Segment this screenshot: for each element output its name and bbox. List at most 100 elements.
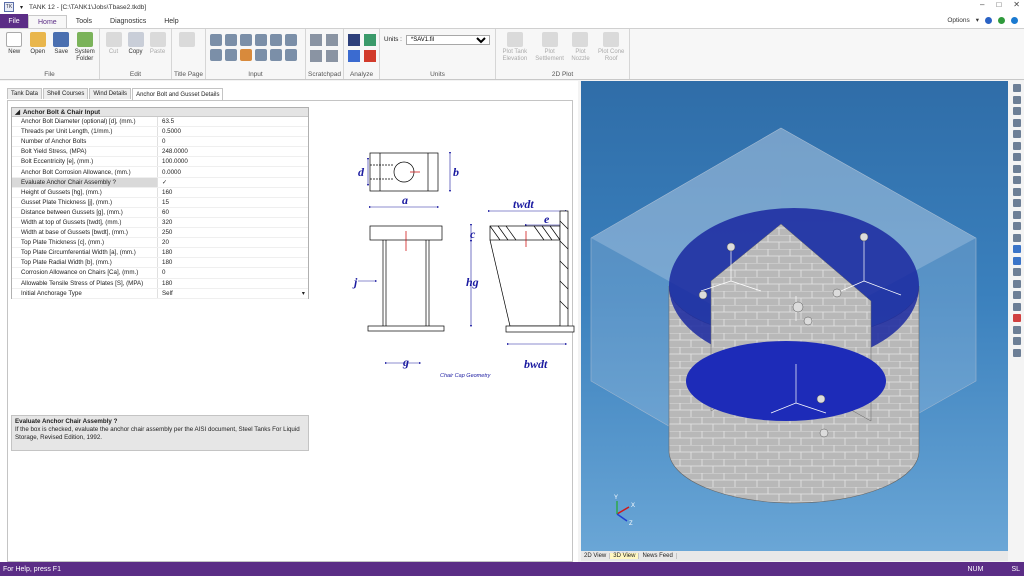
rotate-icon[interactable] (1013, 245, 1021, 253)
property-value[interactable]: 15 (158, 198, 308, 207)
table-row[interactable]: Top Plate Radial Width [b], (mm.) 180 (12, 258, 308, 269)
maximize-icon[interactable]: □ (996, 0, 1001, 9)
input-seismic-icon[interactable] (240, 49, 252, 61)
input-anchor-icon[interactable] (210, 49, 222, 61)
units-select[interactable]: *SAV1.fil (405, 35, 490, 45)
tab-2d-view[interactable]: 2D View (581, 553, 611, 559)
property-value[interactable]: 248.0000 (158, 147, 308, 156)
quick-access-icon[interactable]: ▾ (20, 4, 23, 11)
notes-icon[interactable] (326, 34, 338, 46)
tab-tank-data[interactable]: Tank Data (7, 88, 43, 99)
settings-icon[interactable] (1013, 337, 1021, 345)
input-tank-icon[interactable] (210, 34, 222, 46)
about-icon[interactable] (998, 16, 1005, 24)
property-value[interactable]: 60 (158, 208, 308, 217)
tab-tools[interactable]: Tools (67, 15, 101, 28)
orbit-icon[interactable] (1013, 268, 1021, 276)
section-icon[interactable] (1013, 302, 1021, 311)
property-value[interactable]: 0.0000 (158, 167, 308, 176)
input-roof-icon[interactable] (255, 34, 267, 46)
property-value[interactable]: 180 (158, 248, 308, 257)
property-value[interactable]: 0.5000 (158, 127, 308, 136)
property-value[interactable]: 180 (158, 279, 308, 288)
3d-viewport[interactable]: X Y Z (581, 81, 1008, 551)
hidden-line-icon[interactable] (1013, 187, 1021, 196)
list-icon[interactable] (310, 50, 322, 62)
table-row[interactable]: Top Plate Circumferential Width [a], (mm… (12, 248, 308, 259)
minimize-icon[interactable]: – (980, 0, 984, 9)
pan-icon[interactable] (1013, 256, 1021, 265)
wireframe-icon[interactable] (1013, 164, 1021, 173)
help-icon[interactable] (985, 16, 992, 24)
tab-wind-details[interactable]: Wind Details (89, 88, 132, 99)
table-row[interactable]: Corrosion Allowance on Chairs [Ca], (mm.… (12, 268, 308, 279)
property-value[interactable]: 180 (158, 258, 308, 267)
tab-help[interactable]: Help (155, 15, 187, 28)
print-icon[interactable] (1013, 314, 1021, 322)
select-icon[interactable] (1013, 279, 1021, 288)
view-iso-icon[interactable] (1013, 84, 1021, 92)
view-top-icon[interactable] (1013, 141, 1021, 150)
view-back-icon[interactable] (1013, 107, 1021, 115)
tab-shell-courses[interactable]: Shell Courses (43, 88, 89, 99)
refresh-icon[interactable] (364, 34, 376, 46)
table-icon[interactable] (326, 50, 338, 62)
property-value[interactable]: 20 (158, 238, 308, 247)
property-value[interactable]: 0 (158, 137, 308, 146)
view-front-icon[interactable] (1013, 95, 1021, 104)
property-grid-header[interactable]: ◢ Anchor Bolt & Chair Input (12, 108, 308, 117)
calculator-icon[interactable] (310, 34, 322, 46)
table-row[interactable]: Threads per Unit Length, (1/mm.) 0.5000 (12, 127, 308, 138)
zoom-extents-icon[interactable] (1013, 199, 1021, 207)
collapse-icon[interactable]: ◢ (15, 109, 20, 116)
input-nozzle-icon[interactable] (240, 34, 252, 46)
input-shell-icon[interactable] (225, 34, 237, 46)
view-right-icon[interactable] (1013, 130, 1021, 138)
legend-icon[interactable] (1013, 348, 1021, 357)
zoom-in-icon[interactable] (1013, 222, 1021, 230)
table-row[interactable]: Bolt Yield Stress, (MPA) 248.0000 (12, 147, 308, 158)
table-row[interactable]: Height of Gussets [hg], (mm.) 160 (12, 187, 308, 198)
table-row[interactable]: Initial Anchorage Type Self ▾ (12, 288, 308, 299)
input-misc-icon[interactable] (285, 49, 297, 61)
property-value[interactable]: 0 (158, 268, 308, 277)
pdf-report-icon[interactable] (364, 50, 376, 62)
property-value[interactable]: 63.5 (158, 117, 308, 126)
table-row[interactable]: Distance between Gussets [g], (mm.) 60 (12, 207, 308, 218)
snapshot-icon[interactable] (1013, 325, 1021, 334)
table-row[interactable]: Gusset Plate Thickness [j], (mm.) 15 (12, 197, 308, 208)
input-pipe-icon[interactable] (270, 34, 282, 46)
property-value[interactable]: ✓ (158, 178, 308, 187)
zoom-window-icon[interactable] (1013, 210, 1021, 219)
property-value[interactable]: 100.0000 (158, 157, 308, 166)
tab-home[interactable]: Home (28, 15, 67, 28)
property-value[interactable]: Self ▾ (158, 289, 308, 298)
input-settlement-icon[interactable] (225, 49, 237, 61)
table-row[interactable]: Width at top of Gussets [twdt], (mm.) 320 (12, 217, 308, 229)
property-value[interactable]: 160 (158, 188, 308, 197)
property-value[interactable]: 320 (158, 218, 308, 227)
tab-3d-view[interactable]: 3D View (610, 553, 640, 559)
zoom-out-icon[interactable] (1013, 233, 1021, 242)
error-check-icon[interactable] (348, 50, 360, 62)
input-wind-icon[interactable] (285, 34, 297, 46)
table-row[interactable]: Number of Anchor Bolts 0 (12, 137, 308, 148)
close-icon[interactable]: ✕ (1013, 0, 1020, 9)
view-bottom-icon[interactable] (1013, 153, 1021, 161)
dropdown-chevron-icon[interactable]: ▾ (302, 290, 305, 297)
run-analysis-icon[interactable] (348, 34, 360, 46)
file-menu[interactable]: File (0, 14, 28, 28)
tab-anchor-bolt-gusset[interactable]: Anchor Bolt and Gusset Details (132, 88, 224, 100)
measure-icon[interactable] (1013, 291, 1021, 299)
table-row[interactable]: Evaluate Anchor Chair Assembly ? ✓ (12, 177, 308, 188)
table-row[interactable]: Width at base of Gussets [bwdt], (mm.) 25… (12, 228, 308, 239)
property-value[interactable]: 250 (158, 228, 308, 237)
table-row[interactable]: Bolt Eccentricity [e], (mm.) 100.0000 (12, 157, 308, 168)
table-row[interactable]: Anchor Bolt Diameter (optional) [d], (mm… (12, 117, 308, 128)
table-row[interactable]: Allowable Tensile Stress of Plates [S], … (12, 278, 308, 289)
options-chevron-icon[interactable]: ▾ (976, 16, 979, 24)
table-row[interactable]: Top Plate Thickness [c], (mm.) 20 (12, 238, 308, 249)
tab-diagnostics[interactable]: Diagnostics (101, 15, 155, 28)
shaded-icon[interactable] (1013, 176, 1021, 184)
options-menu[interactable]: Options (947, 17, 969, 24)
